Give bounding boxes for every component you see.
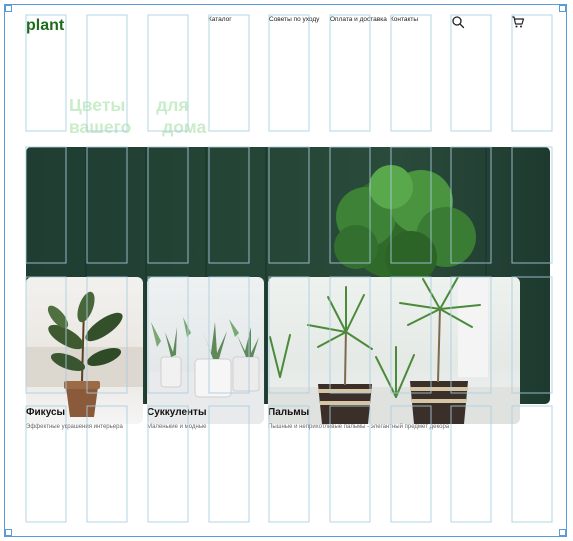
nav-link-contacts[interactable]: Контакты [390,16,418,23]
logo[interactable]: plant [26,17,64,35]
resize-handle-top-left[interactable] [5,5,12,12]
resize-handle-top-right[interactable] [559,5,566,12]
hero-tree [334,165,476,283]
resize-handle-bottom-left[interactable] [5,529,12,536]
card-title-palms[interactable]: Пальмы [268,407,309,418]
search-icon[interactable] [451,15,465,29]
hero-title: Цветы для вашего дома [69,95,207,137]
nav-link-catalog[interactable]: Каталог [208,16,232,23]
card-palms-image[interactable] [268,277,520,424]
card-description-succulents: Маленькие и модные [147,424,207,430]
card-description-ficus: Эффектные украшения интерьера [26,424,123,430]
nav-link-payment-delivery[interactable]: Оплата и доставка [330,16,387,23]
card-title-succulents[interactable]: Суккуленты [147,407,206,418]
card-ficus-image[interactable] [26,277,143,424]
card-title-ficus[interactable]: Фикусы [26,407,65,418]
card-description-palms: Пышные и неприхотливые пальмы - элегантн… [268,424,450,430]
card-succulents-image[interactable] [147,277,264,424]
cart-icon[interactable] [511,15,525,29]
nav-link-care-tips[interactable]: Советы по уходу [269,16,319,23]
resize-handle-bottom-right[interactable] [559,529,566,536]
